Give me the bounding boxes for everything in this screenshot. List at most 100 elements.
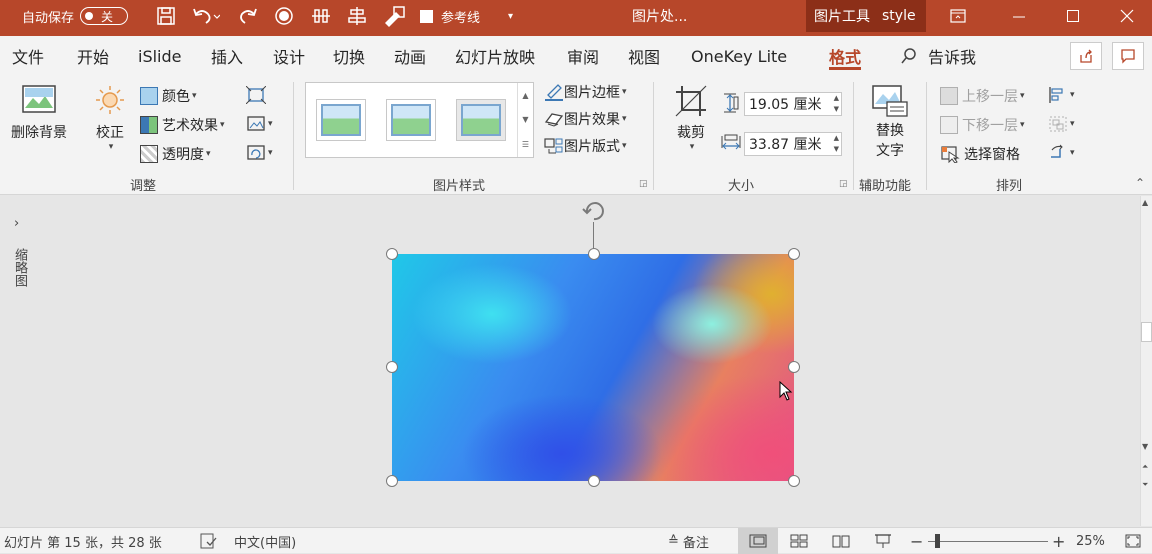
record-icon[interactable] xyxy=(274,0,294,32)
style-thumbnail[interactable] xyxy=(316,99,366,141)
fit-to-window-icon[interactable] xyxy=(1124,528,1142,554)
tab-slideshow[interactable]: 幻灯片放映 xyxy=(455,36,535,76)
selection-pane-button[interactable]: 选择窗格 xyxy=(940,144,1020,164)
redo-icon[interactable] xyxy=(238,0,258,32)
style-preview xyxy=(321,104,361,136)
slide-sorter-button[interactable] xyxy=(790,528,808,554)
customize-qat-icon[interactable]: ▾ xyxy=(508,0,513,32)
resize-handle-right[interactable] xyxy=(788,361,800,373)
autosave-toggle[interactable]: 关 xyxy=(80,7,129,25)
scroll-up-icon[interactable]: ▲ xyxy=(1142,198,1148,207)
resize-handle-top-right[interactable] xyxy=(788,248,800,260)
gallery-scroll[interactable]: ▲ ▼ ☰ xyxy=(517,83,533,157)
close-icon[interactable] xyxy=(1120,0,1134,32)
picture-effects-button[interactable]: 图片效果 ▾ xyxy=(544,109,627,129)
user-name[interactable]: style xyxy=(882,8,916,24)
maximize-icon[interactable] xyxy=(1066,0,1080,32)
resize-handle-bottom[interactable] xyxy=(588,475,600,487)
adjust-group-label: 调整 xyxy=(130,179,157,194)
share-button[interactable] xyxy=(1070,42,1102,70)
spell-check-icon[interactable] xyxy=(200,528,218,554)
language-indicator[interactable]: 中文(中国) xyxy=(234,528,296,554)
comments-button[interactable] xyxy=(1112,42,1144,70)
style-thumbnail[interactable] xyxy=(456,99,506,141)
align-button[interactable]: ▾ xyxy=(1048,86,1075,104)
reading-view-button[interactable] xyxy=(832,528,850,554)
scroll-up-icon[interactable]: ▲ xyxy=(522,91,528,100)
crop-button[interactable]: 裁剪 ▾ xyxy=(673,84,709,152)
tab-file[interactable]: 文件 xyxy=(12,36,44,76)
spinner-arrows-icon[interactable]: ▲ ▼ xyxy=(834,93,839,115)
corrections-button[interactable]: 校正 ▾ xyxy=(92,84,128,152)
rotate-button[interactable]: ▾ xyxy=(1048,144,1075,162)
zoom-slider-track[interactable] xyxy=(928,541,1048,542)
thumbnails-label[interactable]: 缩略图 xyxy=(10,248,29,287)
style-thumbnail[interactable] xyxy=(386,99,436,141)
tab-view[interactable]: 视图 xyxy=(628,36,660,76)
tab-format[interactable]: 格式 xyxy=(829,36,862,76)
resize-handle-left[interactable] xyxy=(386,361,398,373)
slide-counter: 幻灯片 第 15 张，共 28 张 xyxy=(4,535,162,551)
tell-me[interactable]: 告诉我 xyxy=(900,36,976,76)
reset-picture-button[interactable]: ▾ xyxy=(246,144,273,162)
tab-design[interactable]: 设计 xyxy=(273,36,305,76)
collapse-ribbon-icon[interactable]: ⌃ xyxy=(1135,176,1145,190)
tab-islide[interactable]: iSlide xyxy=(138,36,182,76)
zoom-out-icon[interactable]: − xyxy=(910,528,923,554)
artistic-effects-button[interactable]: 艺术效果 ▾ xyxy=(140,115,225,135)
align-center-icon[interactable] xyxy=(346,0,368,32)
minimize-icon[interactable] xyxy=(1012,0,1026,32)
gallery-more-icon[interactable]: ☰ xyxy=(522,140,529,149)
resize-handle-bottom-left[interactable] xyxy=(386,475,398,487)
resize-handle-bottom-right[interactable] xyxy=(788,475,800,487)
send-backward-button[interactable]: 下移一层 ▾ xyxy=(940,115,1025,135)
scroll-down-icon[interactable]: ▼ xyxy=(1142,442,1148,451)
tab-animations[interactable]: 动画 xyxy=(394,36,426,76)
height-input[interactable]: 19.05 厘米 ▲ ▼ xyxy=(744,92,842,116)
bring-forward-button[interactable]: 上移一层 ▾ xyxy=(940,86,1025,106)
alt-text-button[interactable]: 替换 文字 xyxy=(870,84,910,160)
normal-view-button[interactable] xyxy=(738,528,778,554)
zoom-slider-thumb[interactable] xyxy=(935,534,940,548)
crop-quick-icon[interactable] xyxy=(382,0,406,32)
resize-handle-top[interactable] xyxy=(588,248,600,260)
expand-thumbnails-icon[interactable]: › xyxy=(14,216,19,231)
gridlines-toggle[interactable]: 参考线 xyxy=(420,0,480,32)
change-picture-button[interactable]: ▾ xyxy=(246,115,273,133)
checkbox-icon[interactable] xyxy=(420,9,433,23)
dialog-launcher-icon[interactable]: ◲ xyxy=(839,179,848,189)
tab-insert[interactable]: 插入 xyxy=(211,36,243,76)
tab-transitions[interactable]: 切换 xyxy=(333,36,365,76)
scroll-down-icon[interactable]: ▼ xyxy=(522,115,528,124)
zoom-in-icon[interactable]: + xyxy=(1052,528,1065,554)
save-icon[interactable] xyxy=(156,0,176,32)
picture-styles-gallery[interactable]: ▲ ▼ ☰ xyxy=(305,82,534,158)
previous-slide-icon[interactable]: ⏶ xyxy=(1142,462,1148,472)
ribbon-display-icon[interactable] xyxy=(950,0,966,32)
transparency-button[interactable]: 透明度 ▾ xyxy=(140,144,211,164)
distribute-icon[interactable] xyxy=(310,0,332,32)
zoom-level[interactable]: 25% xyxy=(1076,528,1105,554)
dialog-launcher-icon[interactable]: ◲ xyxy=(639,179,648,189)
spinner-arrows-icon[interactable]: ▲ ▼ xyxy=(834,133,839,155)
scroll-thumb[interactable] xyxy=(1141,322,1152,342)
rotate-handle-icon[interactable] xyxy=(580,198,608,228)
tab-review[interactable]: 审阅 xyxy=(567,36,599,76)
width-input[interactable]: 33.87 厘米 ▲ ▼ xyxy=(744,132,842,156)
vertical-scrollbar[interactable]: ▲ ▼ ⏶ ⏷ xyxy=(1140,196,1152,526)
picture-layout-button[interactable]: 图片版式 ▾ xyxy=(544,136,627,156)
group-objects-button[interactable]: ▾ xyxy=(1048,115,1075,133)
undo-icon[interactable] xyxy=(192,0,220,32)
resize-handle-top-left[interactable] xyxy=(386,248,398,260)
next-slide-icon[interactable]: ⏷ xyxy=(1142,480,1148,490)
color-button[interactable]: 颜色 ▾ xyxy=(140,86,197,106)
notes-button[interactable]: ≙ 备注 xyxy=(668,528,709,554)
slideshow-button[interactable] xyxy=(874,528,892,554)
autosave[interactable]: 自动保存 关 xyxy=(22,0,129,32)
picture-border-button[interactable]: 图片边框 ▾ xyxy=(544,82,627,102)
tab-onekey[interactable]: OneKey Lite xyxy=(691,36,787,76)
tab-home[interactable]: 开始 xyxy=(77,36,109,76)
selected-picture[interactable] xyxy=(392,254,794,481)
remove-background-button[interactable]: 删除背景 xyxy=(8,84,70,142)
compress-pictures-button[interactable] xyxy=(246,86,266,104)
